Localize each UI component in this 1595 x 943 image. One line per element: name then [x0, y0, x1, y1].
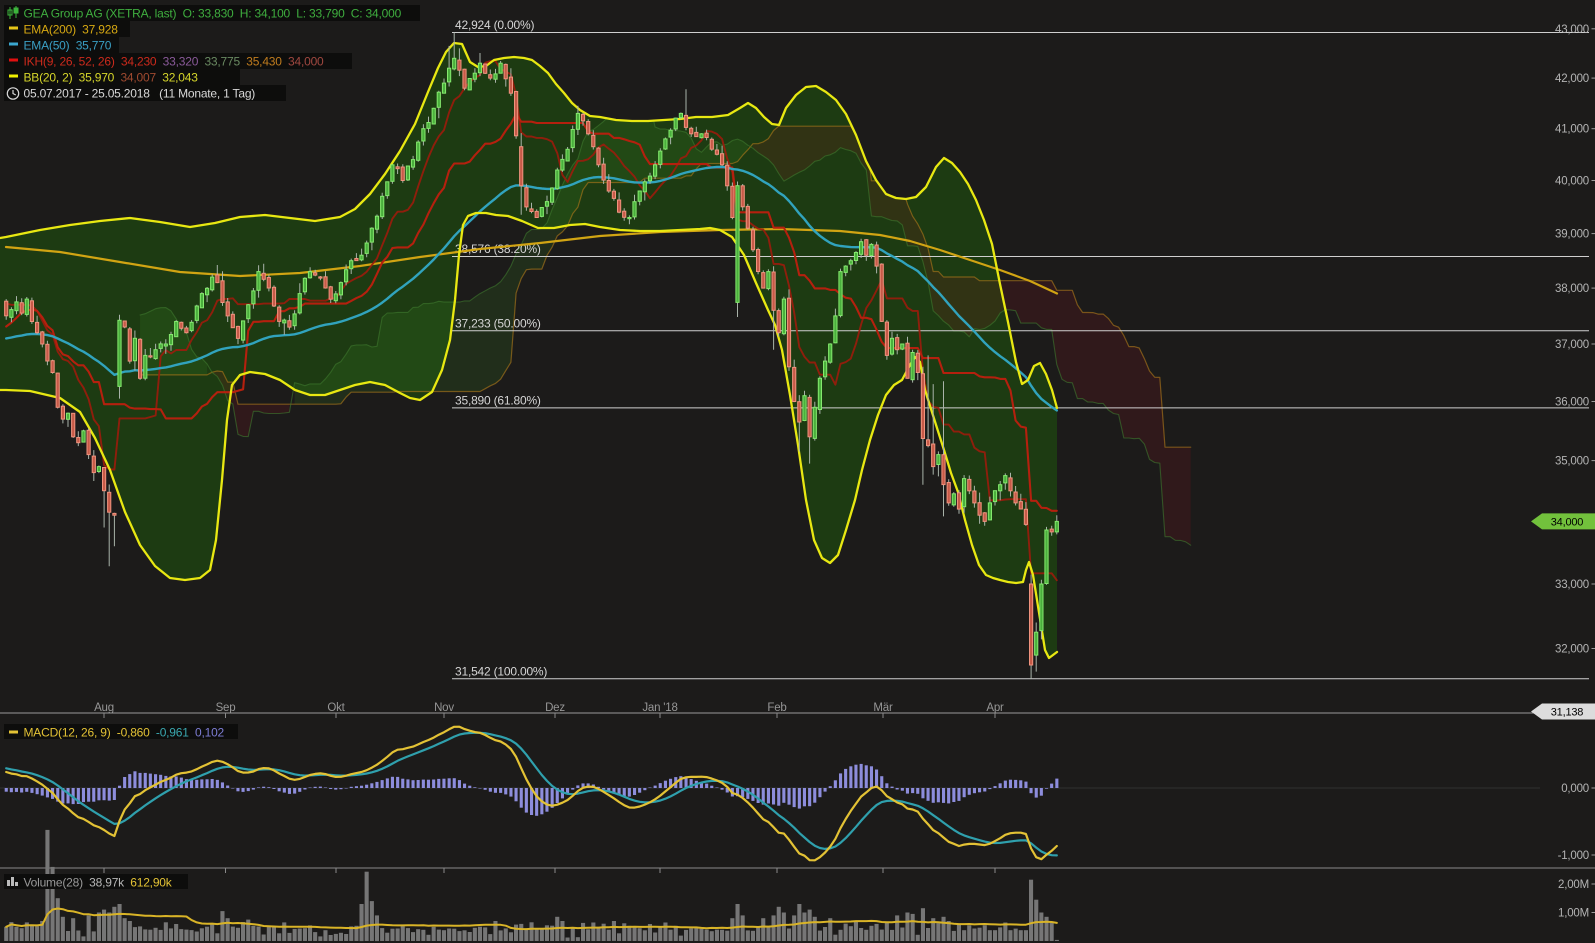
svg-text:Nov: Nov [434, 702, 454, 714]
svg-text:Jan '18: Jan '18 [642, 702, 677, 714]
svg-text:41,000: 41,000 [1555, 124, 1589, 136]
svg-text:EMA(50) 35,770: EMA(50) 35,770 [24, 39, 112, 53]
svg-text:Dez: Dez [545, 702, 565, 714]
svg-text:33,000: 33,000 [1555, 579, 1589, 591]
svg-text:42,924 (0.00%): 42,924 (0.00%) [455, 18, 534, 32]
svg-text:39,000: 39,000 [1555, 229, 1589, 241]
svg-text:Mär: Mär [873, 702, 893, 714]
svg-text:-1,000: -1,000 [1558, 850, 1589, 862]
svg-text:GEA Group AG (XETRA, last) O:: GEA Group AG (XETRA, last) O: 33,830 H: … [24, 7, 402, 21]
svg-text:Feb: Feb [767, 702, 786, 714]
svg-text:43,000: 43,000 [1555, 24, 1589, 36]
svg-text:31,542 (100.00%): 31,542 (100.00%) [455, 664, 547, 678]
svg-text:40,000: 40,000 [1555, 176, 1589, 188]
svg-text:31,138: 31,138 [1551, 707, 1584, 719]
svg-text:Apr: Apr [986, 702, 1004, 714]
svg-text:37,233 (50.00%): 37,233 (50.00%) [455, 316, 541, 330]
svg-text:EMA(200) 37,928: EMA(200) 37,928 [24, 23, 119, 37]
svg-text:BB(20, 2) 35,970 34,007 32,: BB(20, 2) 35,970 34,007 32,043 [24, 71, 199, 85]
svg-text:1,00M: 1,00M [1558, 908, 1589, 920]
svg-text:05.07.2017 - 25.05.2018 (11: 05.07.2017 - 25.05.2018 (11 Monate, 1 Ta… [24, 87, 256, 101]
svg-text:35,890 (61.80%): 35,890 (61.80%) [455, 393, 541, 407]
svg-text:Volume(28) 38,97k 612,90k: Volume(28) 38,97k 612,90k [24, 876, 173, 890]
svg-text:IKH(9, 26, 52, 26) 34,230 33: IKH(9, 26, 52, 26) 34,230 33,320 33,775 … [24, 55, 325, 69]
svg-text:MACD(12, 26, 9) -0,860 -0,96: MACD(12, 26, 9) -0,860 -0,961 0,102 [24, 726, 225, 740]
svg-text:Aug: Aug [94, 702, 114, 714]
svg-text:37,000: 37,000 [1555, 339, 1589, 351]
svg-text:35,000: 35,000 [1555, 456, 1589, 468]
svg-text:34,000: 34,000 [1551, 516, 1584, 528]
svg-text:2,00M: 2,00M [1558, 879, 1589, 891]
svg-text:32,000: 32,000 [1555, 644, 1589, 656]
svg-text:36,000: 36,000 [1555, 397, 1589, 409]
svg-text:42,000: 42,000 [1555, 73, 1589, 85]
svg-text:0,000: 0,000 [1561, 783, 1589, 795]
svg-text:38,000: 38,000 [1555, 283, 1589, 295]
svg-text:Okt: Okt [327, 702, 345, 714]
svg-text:Sep: Sep [216, 702, 236, 714]
